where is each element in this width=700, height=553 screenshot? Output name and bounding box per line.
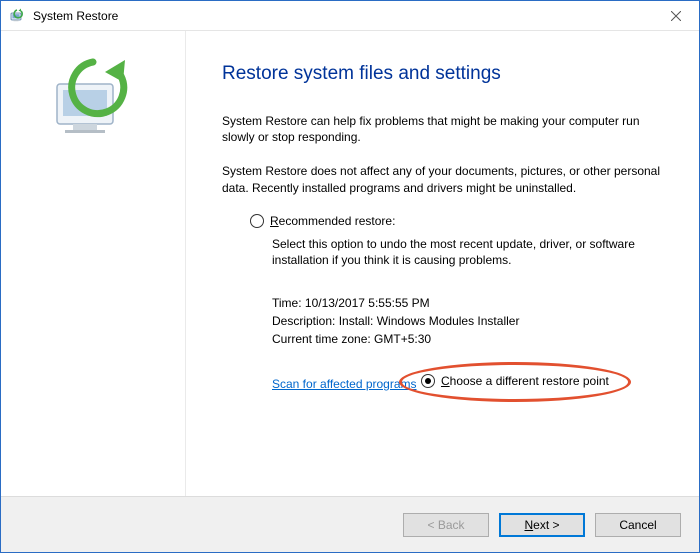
restore-options: Recommended restore: Select this option …	[250, 214, 667, 393]
button-bar: < Back Next > Cancel	[1, 496, 699, 552]
recommended-restore-radio[interactable]: Recommended restore:	[250, 214, 667, 228]
restore-time: Time: 10/13/2017 5:55:55 PM	[272, 296, 667, 310]
choose-different-radio[interactable]: Choose a different restore point	[421, 374, 609, 388]
system-restore-large-icon	[43, 56, 143, 146]
choose-different-label: Choose a different restore point	[441, 374, 609, 388]
titlebar: System Restore	[1, 1, 699, 31]
window-title: System Restore	[33, 9, 653, 23]
restore-description: Description: Install: Windows Modules In…	[272, 314, 667, 328]
back-button: < Back	[403, 513, 489, 537]
body-area: Restore system files and settings System…	[1, 31, 699, 496]
radio-icon	[421, 374, 435, 388]
radio-icon	[250, 214, 264, 228]
main-content: Restore system files and settings System…	[186, 31, 699, 496]
cancel-button[interactable]: Cancel	[595, 513, 681, 537]
next-button[interactable]: Next >	[499, 513, 585, 537]
window-frame: System Restore Restore system f	[0, 0, 700, 553]
sidebar	[1, 31, 186, 496]
close-icon	[671, 11, 681, 21]
system-restore-icon	[9, 8, 25, 24]
restore-timezone: Current time zone: GMT+5:30	[272, 332, 667, 346]
page-title: Restore system files and settings	[222, 63, 667, 85]
intro-para-1: System Restore can help fix problems tha…	[222, 113, 667, 145]
intro-para-2: System Restore does not affect any of yo…	[222, 163, 667, 195]
recommended-restore-desc: Select this option to undo the most rece…	[272, 236, 667, 268]
close-button[interactable]	[653, 1, 699, 31]
recommended-restore-label: Recommended restore:	[270, 214, 395, 228]
scan-affected-link[interactable]: Scan for affected programs	[272, 377, 417, 391]
